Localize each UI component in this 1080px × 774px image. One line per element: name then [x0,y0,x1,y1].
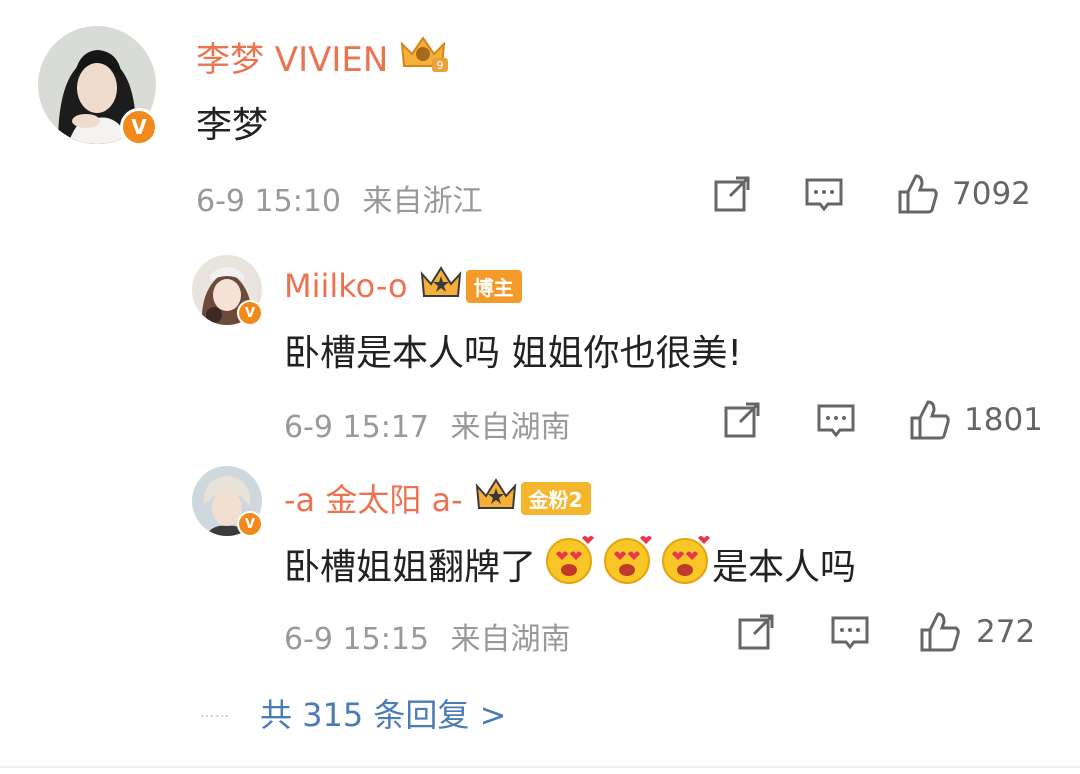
username-label: 李梦 VIVIEN [196,40,389,80]
username[interactable]: -a 金太阳 a- 金粉2 [284,474,591,522]
like-count: 272 [976,614,1036,650]
comment-actions: 1801 [722,398,1043,442]
comment-location: 来自湖南 [450,410,571,445]
crown-icon [418,262,464,310]
comment-button[interactable] [830,612,870,652]
comment-location: 来自湖南 [450,622,571,657]
share-button[interactable] [736,612,776,652]
blogger-tag: 博主 [465,269,522,303]
comment-icon [805,178,843,212]
avatar[interactable]: V [192,255,263,326]
comment-text: 卧槽姐姐翻牌了 是本人吗 [284,532,856,595]
comment-meta: 6-9 15:17 来自湖南 [284,402,571,446]
share-icon [738,614,774,650]
comment-button[interactable] [804,174,844,214]
like-button[interactable]: 7092 [896,172,1031,216]
fan-tag: 金粉2 [520,481,591,515]
divider [0,766,1080,768]
crown-icon: 9 [396,30,450,83]
comment-text: 卧槽是本人吗 姐姐你也很美! [284,333,742,374]
comment-location: 来自浙江 [362,184,483,219]
avatar[interactable]: V [38,26,158,146]
like-count: 7092 [952,176,1031,212]
like-button[interactable]: 272 [918,610,1035,654]
comment-meta: 6-9 15:15 来自湖南 [284,614,571,658]
share-button[interactable] [712,174,752,214]
avatar[interactable]: V [192,466,263,537]
like-button[interactable]: 1801 [908,398,1043,442]
comment-icon [817,404,855,438]
comment-meta: 6-9 15:10 来自浙江 [196,176,483,220]
crown-icon [473,474,519,522]
username[interactable]: Miilko-o 博主 [284,262,522,310]
heart-eyes-emoji-icon [542,532,596,595]
thumbs-up-icon [920,612,960,652]
verified-v-icon: V [237,511,263,537]
thumbs-up-icon [910,400,950,440]
comment-time: 6-9 15:15 [284,622,429,657]
comment-text-before: 卧槽姐姐翻牌了 [284,546,537,588]
share-icon [724,402,760,438]
more-replies: …… 共 315 条回复 > [200,690,506,736]
more-replies-link[interactable]: 共 315 条回复 > [260,690,506,736]
comment-button[interactable] [816,400,856,440]
comment-time: 6-9 15:10 [196,184,341,219]
thumbs-up-icon [898,174,938,214]
comment-text-after: 是本人吗 [712,546,857,588]
comment-actions: 7092 [712,172,1031,216]
share-button[interactable] [722,400,762,440]
heart-eyes-emoji-icon [600,532,654,595]
comment-icon [831,616,869,650]
share-icon [714,176,750,212]
verified-v-icon: V [120,108,158,146]
verified-v-icon: V [237,300,263,326]
comment-time: 6-9 15:17 [284,410,429,445]
heart-eyes-emoji-icon [658,532,712,595]
more-replies-dots: …… [200,705,230,721]
svg-text:9: 9 [437,59,444,72]
like-count: 1801 [964,402,1043,438]
username[interactable]: 李梦 VIVIEN 9 [196,30,450,83]
comment-actions: 272 [736,610,1035,654]
username-label: Miilko-o [284,267,408,305]
username-label: -a 金太阳 a- [284,481,463,519]
comment-text: 李梦 [196,105,269,146]
